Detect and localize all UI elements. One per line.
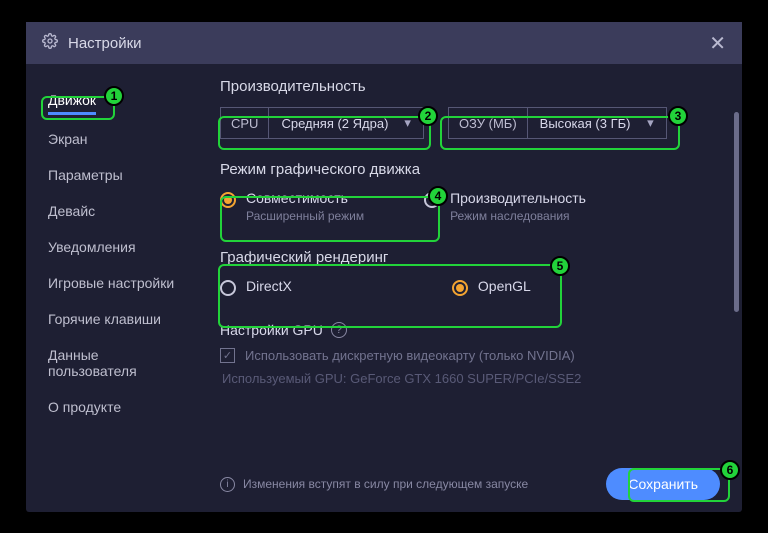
radio-label: Производительность (450, 190, 586, 206)
gpu-title: Настройки GPU ? (220, 322, 720, 338)
help-icon[interactable]: ? (331, 322, 347, 338)
engine-mode-title: Режим графического движка (220, 161, 720, 178)
radio-compatibility[interactable]: Совместимость Расширенный режим (220, 190, 364, 223)
settings-window: Настройки ✕ Движок Экран Параметры Девай… (26, 22, 742, 512)
radio-icon (424, 192, 440, 208)
content-panel: Производительность CPU Средняя (2 Ядра) … (206, 64, 742, 512)
radio-performance[interactable]: Производительность Режим наследования (424, 190, 586, 223)
sidebar-item-notifications[interactable]: Уведомления (26, 229, 206, 265)
close-icon[interactable]: ✕ (709, 31, 726, 56)
chevron-down-icon: ▾ (647, 115, 654, 131)
sidebar-item-game-settings[interactable]: Игровые настройки (26, 265, 206, 301)
chevron-down-icon: ▾ (404, 115, 411, 131)
ram-label: ОЗУ (МБ) (448, 107, 527, 139)
cpu-value: Средняя (2 Ядра) (281, 116, 388, 131)
radio-directx[interactable]: DirectX (220, 278, 292, 296)
title-text: Настройки (68, 35, 709, 52)
sidebar-item-hotkeys[interactable]: Горячие клавиши (26, 301, 206, 337)
radio-label: OpenGL (478, 278, 531, 294)
cpu-selector[interactable]: CPU Средняя (2 Ядра) ▾ (220, 107, 424, 139)
gpu-used-text: Используемый GPU: GeForce GTX 1660 SUPER… (220, 371, 720, 386)
perf-title: Производительность (220, 78, 720, 95)
radio-label: DirectX (246, 278, 292, 294)
ram-selector[interactable]: ОЗУ (МБ) Высокая (3 ГБ) ▾ (448, 107, 667, 139)
radio-sublabel: Расширенный режим (246, 209, 364, 223)
gear-icon (42, 33, 58, 54)
gpu-discrete-checkbox[interactable]: ✓ Использовать дискретную видеокарту (то… (220, 348, 720, 363)
scrollbar-thumb[interactable] (734, 112, 739, 312)
sidebar: Движок Экран Параметры Девайс Уведомлени… (26, 64, 206, 512)
radio-sublabel: Режим наследования (450, 209, 586, 223)
save-button[interactable]: Сохранить (606, 468, 720, 500)
radio-icon (220, 280, 236, 296)
sidebar-item-params[interactable]: Параметры (26, 157, 206, 193)
sidebar-item-device[interactable]: Девайс (26, 193, 206, 229)
rendering-title: Графический рендеринг (220, 249, 720, 266)
ram-value: Высокая (3 ГБ) (540, 116, 631, 131)
info-icon: i (220, 477, 235, 492)
sidebar-item-about[interactable]: О продукте (26, 389, 206, 425)
restart-notice: i Изменения вступят в силу при следующем… (220, 477, 528, 492)
titlebar: Настройки ✕ (26, 22, 742, 64)
checkbox-icon: ✓ (220, 348, 235, 363)
radio-icon (452, 280, 468, 296)
checkbox-label: Использовать дискретную видеокарту (толь… (245, 348, 575, 363)
sidebar-item-user-data[interactable]: Данные пользователя (26, 337, 206, 389)
radio-label: Совместимость (246, 190, 364, 206)
sidebar-item-engine[interactable]: Движок (48, 92, 96, 115)
radio-opengl[interactable]: OpenGL (452, 278, 531, 296)
cpu-label: CPU (220, 107, 268, 139)
sidebar-item-screen[interactable]: Экран (26, 121, 206, 157)
radio-icon (220, 192, 236, 208)
